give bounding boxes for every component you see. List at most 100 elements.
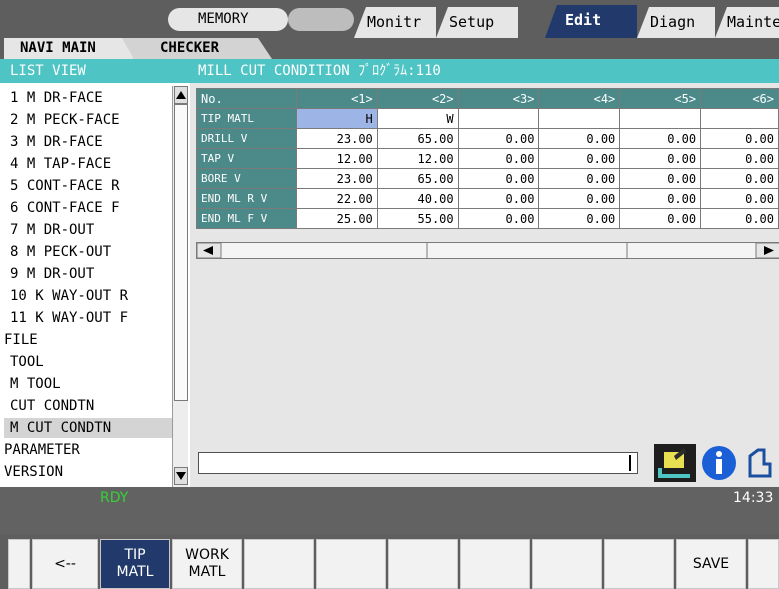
list-item[interactable]: 8 M PECK-OUT [10,242,111,262]
list-item[interactable]: 7 M DR-OUT [10,220,94,240]
list-item[interactable]: 9 M DR-OUT [10,264,94,284]
data-input-field[interactable] [198,452,638,474]
table-row: TAP V 12.00 12.00 0.00 0.00 0.00 0.00 [196,148,779,169]
table-row: DRILL V 23.00 65.00 0.00 0.00 0.00 0.00 [196,128,779,149]
column-header: <2> [376,88,459,109]
table-cell[interactable]: 65.00 [376,128,459,149]
table-cell[interactable]: 0.00 [619,208,702,229]
table-cell[interactable]: 23.00 [295,128,378,149]
table-cell[interactable]: 22.00 [295,188,378,209]
table-cell[interactable] [700,108,779,129]
column-header: <4> [538,88,621,109]
table-cell[interactable]: 0.00 [538,148,621,169]
softkey-empty[interactable] [388,539,458,589]
list-item[interactable]: 11 K WAY-OUT F [10,308,128,328]
softkey-save[interactable]: SAVE [676,539,746,589]
mode-indicator-secondary [288,8,354,31]
table-cell[interactable]: 12.00 [295,148,378,169]
row-label: BORE V [196,168,297,189]
row-label: DRILL V [196,128,297,149]
table-cell[interactable]: 0.00 [538,128,621,149]
softkey-left-edge[interactable] [8,539,30,589]
softkey-work-matl[interactable]: WORK MATL [172,539,242,589]
row-label: TIP MATL [196,108,297,129]
table-cell[interactable]: 0.00 [457,128,540,149]
column-header: <1> [295,88,378,109]
softkey-empty[interactable] [748,539,779,589]
softkey-empty[interactable] [532,539,602,589]
table-cell[interactable]: 0.00 [457,148,540,169]
table-cell[interactable]: W [376,108,459,129]
softkey-tip-matl[interactable]: TIP MATL [100,539,170,589]
tab-edit[interactable]: Edit [545,5,637,38]
table-cell[interactable] [457,108,540,129]
table-cell[interactable]: 0.00 [619,188,702,209]
info-icon[interactable] [700,444,738,482]
softkey-empty[interactable] [604,539,674,589]
table-cell[interactable]: 0.00 [700,208,779,229]
arrow-down-icon [176,472,186,480]
machine-icon[interactable] [742,444,779,482]
table-cell[interactable]: 0.00 [457,208,540,229]
table-cell[interactable]: 0.00 [700,188,779,209]
tab-diagn[interactable]: Diagn [637,7,715,38]
softkey-empty[interactable] [460,539,530,589]
list-item[interactable]: 3 M DR-FACE [10,132,103,152]
table-cell[interactable]: 65.00 [376,168,459,189]
list-scrollbar[interactable] [172,86,188,487]
table-cell[interactable]: 0.00 [619,148,702,169]
table-cell[interactable]: 0.00 [538,188,621,209]
list-item[interactable]: FILE [4,330,38,350]
list-item[interactable]: 6 CONT-FACE F [10,198,120,218]
table-cell[interactable]: 25.00 [295,208,378,229]
row-label: END ML F V [196,208,297,229]
table-cell[interactable]: 0.00 [457,168,540,189]
mode-indicator: MEMORY [168,8,288,31]
list-item[interactable]: 5 CONT-FACE R [10,176,120,196]
list-view-header: LIST VIEW [0,59,190,83]
list-item[interactable]: 1 M DR-FACE [10,88,103,108]
table-hscrollbar[interactable] [196,242,779,259]
scroll-up-button[interactable] [174,86,188,104]
list-item[interactable]: 2 M PECK-FACE [10,110,120,130]
list-item[interactable]: TOOL [10,352,44,372]
tab-setup[interactable]: Setup [436,7,518,38]
table-cell[interactable]: 0.00 [538,168,621,189]
table-cell[interactable]: 0.00 [700,148,779,169]
tab-navi-main[interactable]: NAVI MAIN [4,38,134,59]
tool-change-icon[interactable] [654,444,696,482]
list-item[interactable]: 10 K WAY-OUT R [10,286,128,306]
table-row: END ML F V 25.00 55.00 0.00 0.00 0.00 0.… [196,208,779,229]
list-item[interactable]: M TOOL [10,374,61,394]
table-cell[interactable]: 55.00 [376,208,459,229]
page-title: MILL CUT CONDITION ﾌﾟﾛｸﾞﾗﾑ:110 [190,59,779,83]
tab-checker[interactable]: CHECKER [120,38,272,59]
table-cell[interactable]: 0.00 [457,188,540,209]
list-item[interactable]: 4 M TAP-FACE [10,154,111,174]
table-cell[interactable] [619,108,702,129]
scroll-thumb[interactable] [174,104,188,401]
table-cell[interactable]: 0.00 [619,168,702,189]
softkey-empty[interactable] [244,539,314,589]
list-item-selected[interactable]: M CUT CONDTN [4,418,172,438]
list-item[interactable]: VERSION [4,462,63,482]
tab-monitr[interactable]: Monitr [354,7,436,38]
column-header: <3> [457,88,540,109]
table-cell[interactable]: 0.00 [700,168,779,189]
table-cell[interactable]: 40.00 [376,188,459,209]
table-cell[interactable]: 23.00 [295,168,378,189]
table-row: BORE V 23.00 65.00 0.00 0.00 0.00 0.00 [196,168,779,189]
table-cell[interactable]: 0.00 [700,128,779,149]
list-item[interactable]: PARAMETER [4,440,80,460]
table-cell-selected[interactable]: H [295,108,378,129]
list-view-panel: 1 M DR-FACE 2 M PECK-FACE 3 M DR-FACE 4 … [0,83,190,487]
softkey-back[interactable]: <-- [32,539,98,589]
table-cell[interactable] [538,108,621,129]
scroll-down-button[interactable] [174,467,188,485]
list-item[interactable]: CUT CONDTN [10,396,94,416]
table-cell[interactable]: 12.00 [376,148,459,169]
table-cell[interactable]: 0.00 [538,208,621,229]
softkey-empty[interactable] [316,539,386,589]
table-cell[interactable]: 0.00 [619,128,702,149]
cut-condition-table: No. <1> <2> <3> <4> <5> <6> TIP MATL H W… [196,88,779,229]
